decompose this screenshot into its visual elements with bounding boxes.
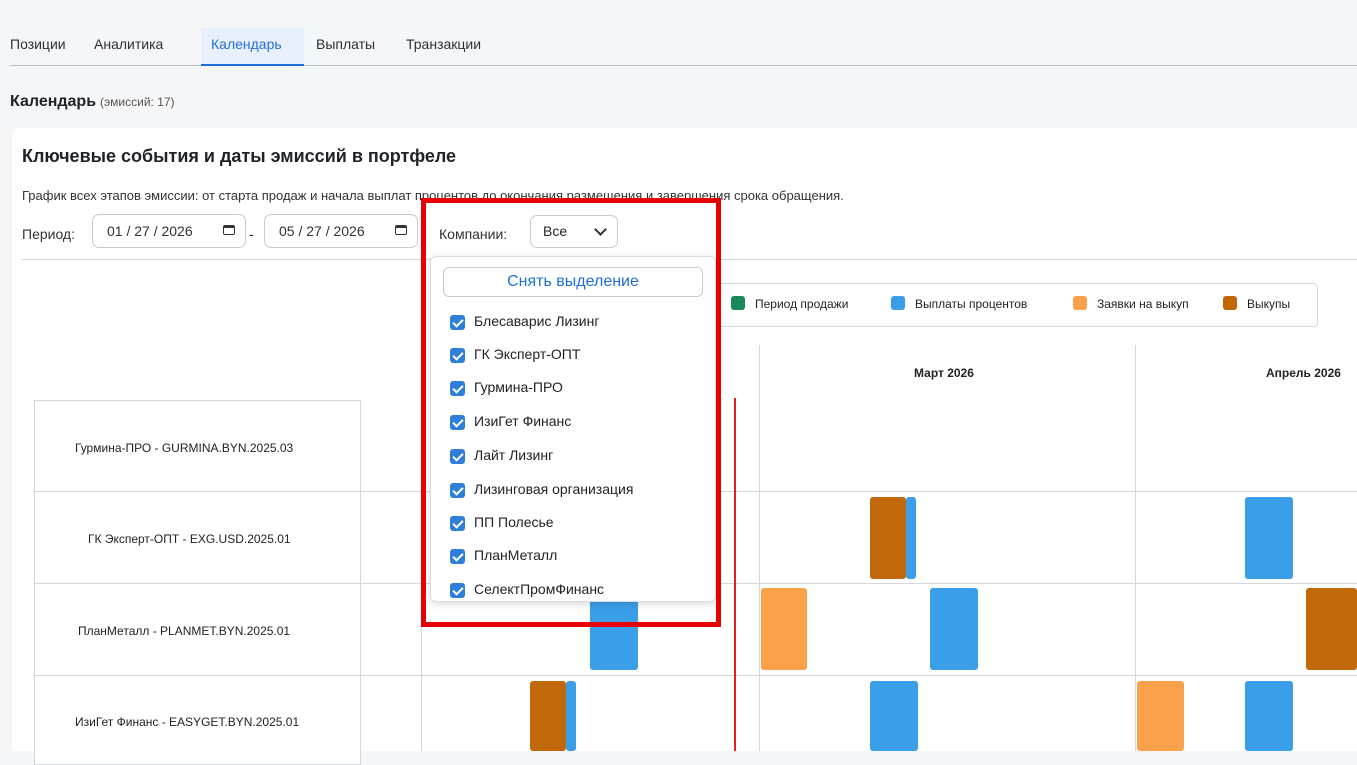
table-row: ГК Эксперт-ОПТ - EXG.USD.2025.01 [34, 491, 361, 584]
interest-bar[interactable] [1245, 497, 1293, 579]
row-label: Гурмина-ПРО - GURMINA.BYN.2025.03 [75, 441, 294, 455]
tab-bar: Позиции Аналитика Календарь Выплаты Тран… [10, 28, 1357, 66]
interest-bar[interactable] [870, 681, 918, 751]
tab-label: Аналитика [94, 36, 164, 52]
checkbox-checked-icon[interactable] [450, 415, 465, 430]
company-option-label: ПланМеталл [474, 547, 558, 563]
tab-label: Выплаты [316, 36, 376, 52]
date-to-value: 05 / 27 / 2026 [279, 223, 365, 239]
company-option-label: Блесаварис Лизинг [474, 313, 600, 329]
card-description: График всех этапов эмиссии: от старта пр… [22, 188, 844, 203]
request-bar[interactable] [761, 588, 807, 670]
checkbox-checked-icon[interactable] [450, 449, 465, 464]
legend-item-interest[interactable]: Выплаты процентов [915, 297, 1027, 311]
grid-line [421, 398, 422, 751]
card-title: Ключевые события и даты эмиссий в портфе… [22, 146, 457, 166]
date-separator: - [249, 226, 254, 242]
date-to-input[interactable]: 05 / 27 / 2026 [264, 214, 418, 248]
buyback-bar[interactable] [530, 681, 566, 751]
companies-select-value: Все [543, 223, 568, 239]
row-label: ПланМеталл - PLANMET.BYN.2025.01 [78, 624, 291, 638]
chevron-down-icon [594, 223, 607, 236]
company-option-label: СелектПромФинанс [474, 581, 605, 597]
clear-selection-button[interactable]: Снять выделение [443, 267, 703, 297]
today-line [734, 398, 736, 751]
chart-legend: Период продажи Выплаты процентов Заявки … [712, 283, 1318, 327]
period-label: Период: [22, 226, 75, 242]
interest-bar[interactable] [906, 497, 916, 579]
legend-swatch-request [1073, 296, 1087, 310]
row-separator [361, 675, 1357, 676]
legend-swatch-sale [731, 296, 745, 310]
company-option-label: ГК Эксперт-ОПТ [474, 346, 581, 362]
checkbox-checked-icon[interactable] [450, 348, 465, 363]
month-label-march: Март 2026 [914, 366, 974, 380]
company-option-label: ИзиГет Финанс [474, 413, 572, 429]
company-option-label: ПП Полесье [474, 514, 554, 530]
tab-calendar[interactable]: Календарь [201, 28, 304, 66]
page-title-text: Календарь [10, 93, 97, 110]
tab-payouts[interactable]: Выплаты [316, 28, 408, 66]
legend-item-request[interactable]: Заявки на выкуп [1097, 297, 1189, 311]
page-title: Календарь (эмиссий: 17) [10, 93, 175, 111]
table-row: ПланМеталл - PLANMET.BYN.2025.01 [34, 583, 361, 676]
month-label-april: Апрель 2026 [1266, 366, 1341, 380]
buyback-bar[interactable] [1306, 588, 1357, 670]
companies-select[interactable]: Все [530, 215, 618, 248]
checkbox-checked-icon[interactable] [450, 583, 465, 598]
calendar-icon[interactable] [223, 225, 235, 235]
companies-dropdown: Снять выделение Блесаварис Лизинг ГК Экс… [430, 256, 716, 602]
company-option-label: Лизинговая организация [474, 481, 634, 497]
tab-label: Позиции [10, 36, 66, 52]
tab-transactions[interactable]: Транзакции [406, 28, 506, 66]
checkbox-checked-icon[interactable] [450, 483, 465, 498]
legend-swatch-interest [891, 296, 905, 310]
interest-bar[interactable] [930, 588, 978, 670]
calendar-icon[interactable] [395, 225, 407, 235]
grid-line [1135, 345, 1136, 751]
checkbox-checked-icon[interactable] [450, 315, 465, 330]
interest-bar[interactable] [1245, 681, 1293, 751]
date-from-input[interactable]: 01 / 27 / 2026 [92, 214, 246, 248]
legend-item-buyback[interactable]: Выкупы [1247, 297, 1290, 311]
legend-item-sale[interactable]: Период продажи [755, 297, 848, 311]
companies-label: Компании: [439, 226, 508, 242]
tab-positions[interactable]: Позиции [10, 28, 87, 66]
tab-label: Календарь [211, 36, 282, 52]
row-label: ИзиГет Финанс - EASYGET.BYN.2025.01 [75, 715, 300, 729]
checkbox-checked-icon[interactable] [450, 381, 465, 396]
checkbox-checked-icon[interactable] [450, 516, 465, 531]
interest-bar[interactable] [566, 681, 576, 751]
request-bar[interactable] [1137, 681, 1184, 751]
row-label: ГК Эксперт-ОПТ - EXG.USD.2025.01 [88, 532, 291, 546]
grid-line [759, 345, 760, 751]
legend-swatch-buyback [1223, 296, 1237, 310]
checkbox-checked-icon[interactable] [450, 549, 465, 564]
tab-analytics[interactable]: Аналитика [90, 28, 208, 66]
date-from-value: 01 / 27 / 2026 [107, 223, 193, 239]
table-row: Гурмина-ПРО - GURMINA.BYN.2025.03 [34, 400, 361, 492]
table-row: ИзиГет Финанс - EASYGET.BYN.2025.01 [34, 675, 361, 765]
company-option-label: Лайт Лизинг [474, 447, 554, 463]
buyback-bar[interactable] [870, 497, 906, 579]
tab-label: Транзакции [406, 36, 482, 52]
emission-count: (эмиссий: 17) [100, 95, 175, 109]
company-option-label: Гурмина-ПРО [474, 379, 563, 395]
